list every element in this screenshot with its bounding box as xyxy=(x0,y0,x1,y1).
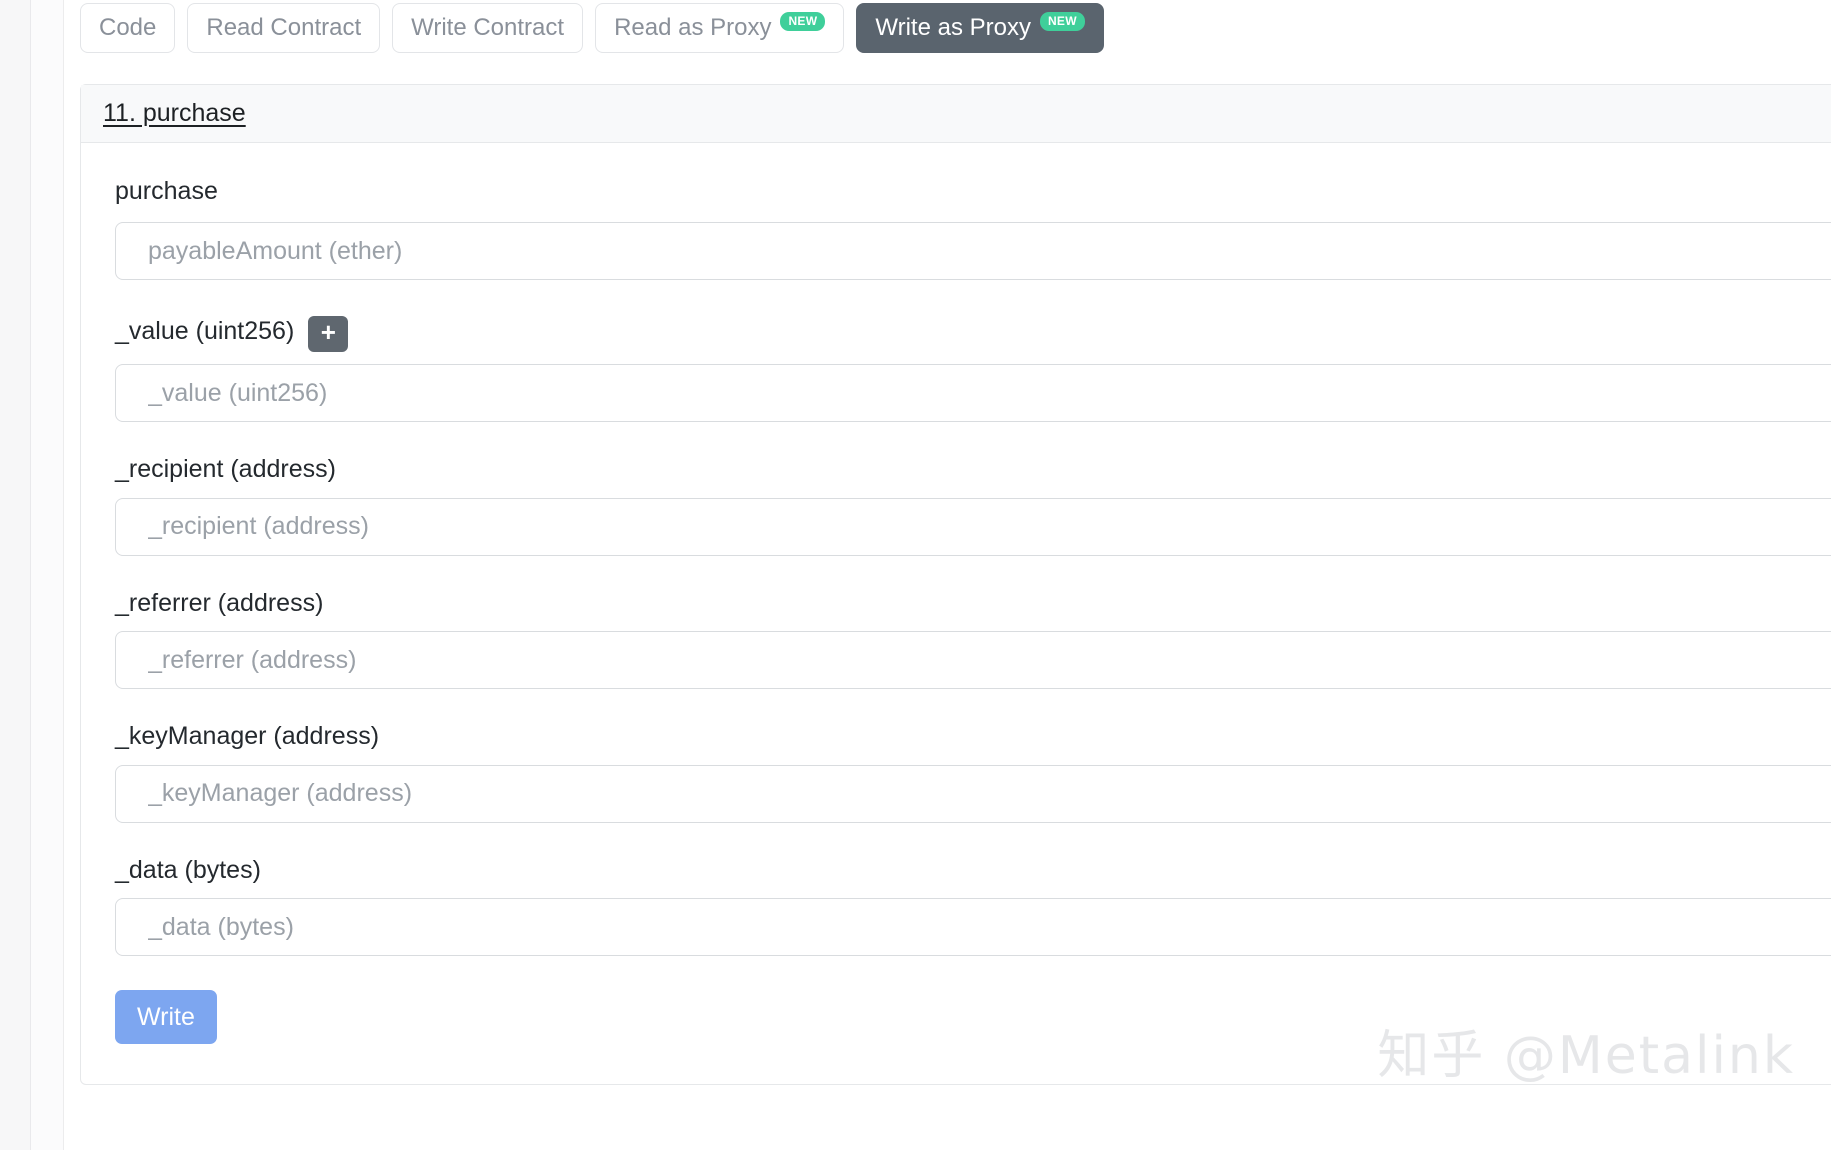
field-label-recipient-text: _recipient (address) xyxy=(115,455,336,483)
page-left-margin xyxy=(31,0,63,1150)
recipient-address-input[interactable] xyxy=(115,497,1831,556)
new-badge-icon: NEW xyxy=(1039,11,1085,31)
keymanager-address-input[interactable] xyxy=(115,764,1831,823)
function-card-header[interactable]: 11. purchase xyxy=(81,85,1831,143)
page-left-gutter xyxy=(0,0,30,1150)
function-card-body: purchase _value (uint256) + _recipient (… xyxy=(81,143,1831,1084)
tab-code[interactable]: Code xyxy=(80,3,176,53)
field-label-data: _data (bytes) xyxy=(115,855,1831,885)
field-label-keymanager: _keyManager (address) xyxy=(115,722,1831,751)
tab-read-contract[interactable]: Read Contract xyxy=(187,3,381,53)
plus-icon: + xyxy=(320,317,336,347)
field-label-recipient: _recipient (address) xyxy=(115,455,1831,484)
function-card-purchase: 11. purchase purchase _value (uint256) +… xyxy=(80,84,1831,1085)
data-bytes-input[interactable] xyxy=(115,898,1831,956)
field-label-referrer: _referrer (address) xyxy=(115,588,1831,618)
tab-read-as-proxy-label: Read as Proxy xyxy=(614,14,772,41)
field-label-value-text: _value (uint256) xyxy=(115,317,295,346)
function-card-header-title[interactable]: 11. purchase xyxy=(103,99,246,128)
field-label-referrer-text: _referrer (address) xyxy=(115,588,324,617)
tab-write-contract[interactable]: Write Contract xyxy=(392,3,584,53)
tab-write-contract-label: Write Contract xyxy=(411,14,565,41)
field-label-data-text: _data (bytes) xyxy=(115,855,261,884)
tab-write-as-proxy-label: Write as Proxy xyxy=(875,14,1031,41)
tab-write-as-proxy[interactable]: Write as Proxy NEW xyxy=(856,3,1104,53)
function-name-label: purchase xyxy=(115,177,218,205)
field-label-keymanager-text: _keyManager (address) xyxy=(115,722,380,750)
tab-read-contract-label: Read Contract xyxy=(206,14,362,41)
new-badge-icon: NEW xyxy=(780,11,826,31)
tab-code-label: Code xyxy=(99,14,157,41)
main-content: Code Read Contract Write Contract Read a… xyxy=(64,0,1831,1150)
referrer-address-input[interactable] xyxy=(115,631,1831,689)
field-label-value: _value (uint256) + xyxy=(115,314,1831,352)
contract-tab-bar: Code Read Contract Write Contract Read a… xyxy=(80,2,1104,54)
write-button[interactable]: Write xyxy=(115,990,217,1044)
tab-read-as-proxy[interactable]: Read as Proxy NEW xyxy=(595,3,845,53)
value-uint256-input[interactable] xyxy=(115,364,1831,422)
payable-amount-input[interactable] xyxy=(115,222,1831,280)
add-value-row-button[interactable]: + xyxy=(308,316,349,352)
